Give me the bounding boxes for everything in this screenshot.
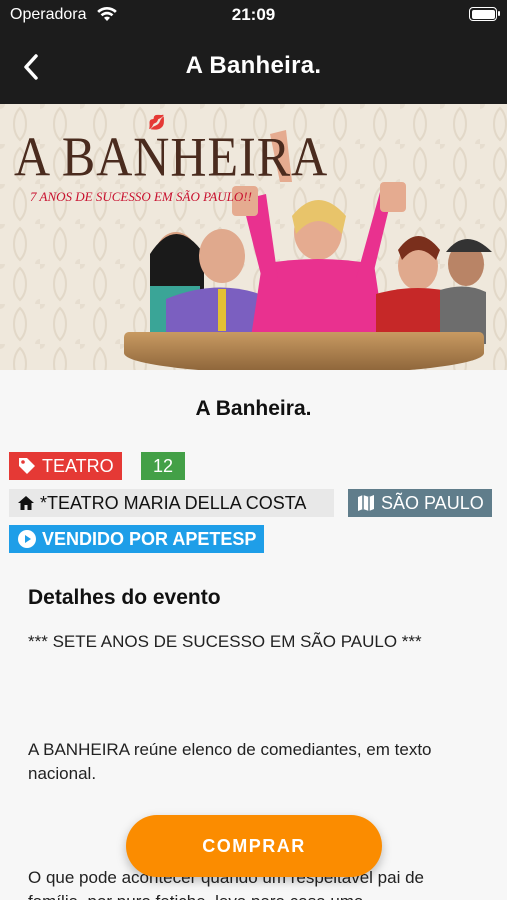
details-paragraph: *** SETE ANOS DE SUCESSO EM SÃO PAULO **… xyxy=(28,632,422,651)
category-chip[interactable]: TEATRO xyxy=(9,452,122,480)
details-paragraph: A BANHEIRA reúne elenco de comediantes, … xyxy=(28,740,432,783)
city-label: SÃO PAULO xyxy=(381,493,484,513)
tag-icon xyxy=(19,458,35,474)
poster-subtitle: 7 ANOS DE SUCESSO EM SÃO PAULO!! xyxy=(30,189,252,204)
poster-title: A BANHEIRA xyxy=(14,125,329,188)
nav-bar: A Banheira. xyxy=(0,30,507,104)
battery-icon xyxy=(469,7,500,21)
seller-chip[interactable]: VENDIDO POR APETESP xyxy=(9,525,265,553)
category-label: TEATRO xyxy=(42,456,114,476)
city-chip[interactable]: SÃO PAULO xyxy=(348,489,492,517)
bathtub-graphic xyxy=(124,332,484,370)
age-rating-label: 12 xyxy=(153,456,174,476)
event-title: A Banheira. xyxy=(195,397,312,420)
age-rating-chip: 12 xyxy=(141,452,186,480)
details-heading: Detalhes do evento xyxy=(28,586,221,609)
venue-chip[interactable]: *TEATRO MARIA DELLA COSTA xyxy=(9,489,334,517)
home-icon xyxy=(18,496,34,510)
seller-label: VENDIDO POR APETESP xyxy=(42,529,257,549)
map-icon xyxy=(358,495,374,511)
event-poster-image: A BANHEIRA 💋 7 ANOS DE SUCESSO EM SÃO PA… xyxy=(0,104,507,370)
play-circle-icon xyxy=(18,530,36,548)
venue-label: *TEATRO MARIA DELLA COSTA xyxy=(40,493,307,513)
lips-icon: 💋 xyxy=(148,114,166,130)
buy-button[interactable]: COMPRAR xyxy=(126,815,382,877)
status-bar: Operadora 21:09 xyxy=(0,0,507,30)
nav-title: A Banheira. xyxy=(185,52,322,79)
status-time: 21:09 xyxy=(231,5,276,24)
